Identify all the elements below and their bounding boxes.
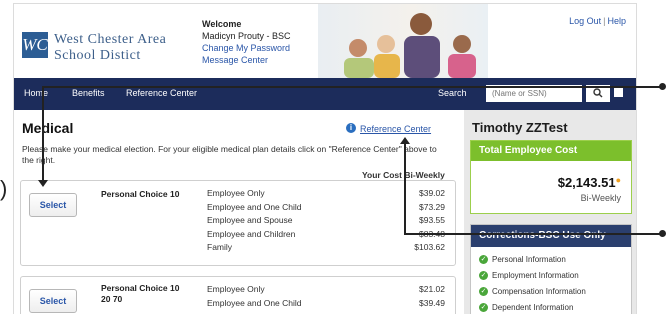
corrections-item[interactable]: ✓ Compensation Information: [479, 287, 586, 297]
status-dot-icon: ●: [615, 175, 621, 185]
log-out-link[interactable]: Log Out: [569, 16, 601, 26]
nav-item-reference-center[interactable]: Reference Center: [126, 88, 197, 98]
select-plan-button[interactable]: Select: [29, 289, 77, 313]
corrections-item[interactable]: ✓ Personal Information: [479, 255, 566, 265]
change-password-link[interactable]: Change My Password: [202, 42, 291, 54]
coverage-level: Employee and Children: [207, 228, 296, 239]
header-photo: [318, 4, 488, 78]
employee-name: Timothy ZZTest: [472, 120, 568, 135]
nav-item-home[interactable]: Home: [24, 88, 48, 98]
arrowhead-up-icon: [400, 137, 410, 144]
coverage-level: Employee Only: [207, 188, 265, 198]
coverage-level: Employee and One Child: [207, 201, 302, 212]
corrections-item-label: Employment Information: [492, 271, 579, 280]
total-cost-value: $2,143.51: [557, 175, 616, 190]
district-logo-mark: WC: [22, 32, 48, 58]
search-label: Search: [438, 88, 467, 98]
total-cost-period: Bi-Weekly: [580, 193, 621, 203]
district-name-line2: School Distict: [54, 48, 141, 63]
search-option-checkbox[interactable]: [614, 88, 623, 97]
plan-name: Personal Choice 10: [101, 189, 180, 199]
total-cost-panel: Total Employee Cost $2,143.51● Bi-Weekly: [470, 140, 632, 214]
app-frame: WC West Chester Area School Distict Welc…: [14, 4, 636, 314]
checkmark-icon: ✓: [479, 303, 488, 313]
coverage-level: Employee and One Child: [207, 297, 302, 308]
total-cost-header: Total Employee Cost: [471, 141, 631, 161]
page-title: Medical: [22, 120, 74, 136]
info-icon: i: [346, 123, 356, 133]
nav-item-benefits[interactable]: Benefits: [72, 88, 105, 98]
main-content: Medical i Reference Center Please make y…: [14, 110, 464, 314]
coverage-cost: $21.02: [419, 284, 445, 294]
callout-dot: [659, 230, 666, 237]
coverage-level: Family: [207, 242, 233, 252]
callout-line-top: [42, 86, 662, 88]
district-name-line1: West Chester Area: [54, 32, 167, 47]
cropped-edge-mark: ): [0, 176, 8, 201]
corrections-item-label: Compensation Information: [492, 287, 586, 296]
plan-card: Select Personal Choice 10 20 70 Employee…: [20, 276, 456, 314]
checkmark-icon: ✓: [479, 271, 488, 281]
callout-line-bottom: [404, 233, 662, 235]
people-illustration: [344, 13, 476, 78]
cost-list: $21.02 $39.49: [419, 283, 445, 310]
user-name: Madicyn Prouty - BSC: [202, 31, 291, 41]
welcome-title: Welcome: [202, 19, 242, 29]
checkmark-icon: ✓: [479, 255, 488, 265]
employee-sidebar: Timothy ZZTest Total Employee Cost $2,14…: [464, 110, 636, 314]
corrections-item-label: Dependent Information: [492, 303, 574, 312]
header: WC West Chester Area School Distict Welc…: [14, 4, 636, 78]
plan-name: Personal Choice 10 20 70: [101, 283, 180, 304]
coverage-level: Employee Only: [207, 284, 265, 294]
checkmark-icon: ✓: [479, 287, 488, 297]
message-center-link[interactable]: Message Center: [202, 54, 291, 66]
coverage-cost: $93.55: [419, 215, 445, 225]
select-plan-button[interactable]: Select: [29, 193, 77, 217]
corrections-header: Corrections-BSC Use Only: [471, 225, 631, 247]
corrections-item[interactable]: ✓ Employment Information: [479, 271, 579, 281]
corrections-item[interactable]: ✓ Dependent Information: [479, 303, 574, 313]
plan-card: Select Personal Choice 10 Employee Only …: [20, 180, 456, 266]
coverage-cost: $39.49: [419, 297, 445, 308]
search-icon: [593, 88, 603, 98]
welcome-block: Welcome Madicyn Prouty - BSC Change My P…: [202, 18, 291, 66]
main-nav: Home Benefits Reference Center Search: [14, 78, 636, 110]
coverage-cost: $39.02: [419, 188, 445, 198]
callout-line-ref: [404, 143, 406, 235]
corrections-panel: Corrections-BSC Use Only ✓ Personal Infor…: [470, 224, 632, 314]
coverage-list: Employee Only Employee and One Child Emp…: [207, 187, 302, 255]
cost-list: $39.02 $73.29 $93.55 $83.48 $103.62: [414, 187, 445, 255]
reference-center-link[interactable]: Reference Center: [360, 124, 431, 134]
coverage-list: Employee Only Employee and One Child: [207, 283, 302, 310]
help-link[interactable]: Help: [607, 16, 626, 26]
arrowhead-down-icon: [38, 180, 48, 187]
callout-dot: [659, 83, 666, 90]
instructions-text: Please make your medical election. For y…: [22, 144, 437, 165]
callout-line-select: [42, 86, 44, 182]
coverage-level: Employee and Spouse: [207, 215, 293, 225]
top-links: Log Out | Help: [569, 16, 626, 26]
total-cost-amount: $2,143.51●: [558, 175, 621, 190]
coverage-cost: $103.62: [414, 242, 445, 252]
corrections-item-label: Personal Information: [492, 255, 566, 264]
coverage-cost: $73.29: [419, 201, 445, 212]
